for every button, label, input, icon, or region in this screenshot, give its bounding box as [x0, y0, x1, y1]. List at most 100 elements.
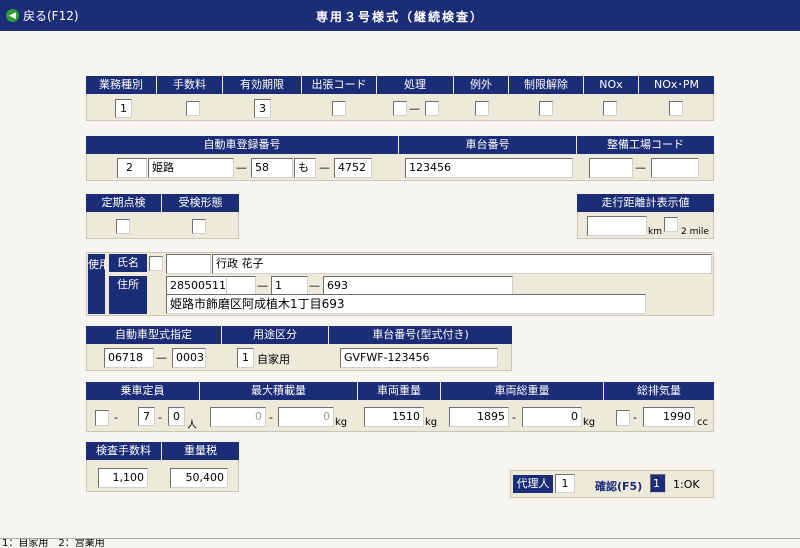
- kensa-field[interactable]: 1,100: [98, 468, 148, 488]
- haiki-field-2[interactable]: 1990: [643, 407, 695, 427]
- addr-label: 住所: [109, 276, 147, 314]
- header-seibi: 整備工場コード: [577, 136, 714, 154]
- haiki-dash: -: [633, 411, 637, 424]
- dairinin-label: 代理人: [513, 475, 553, 493]
- shadai-field[interactable]: 123456: [405, 158, 573, 178]
- yoto-code-field[interactable]: 1: [237, 348, 254, 368]
- header-nox: NOx: [584, 76, 638, 94]
- title-bar: ◀ 戻る(F12) 専用３号様式（継続検査）: [0, 0, 800, 31]
- header-shori: 処理: [377, 76, 453, 94]
- toroku-code-field[interactable]: 2: [117, 158, 147, 178]
- header-kensa: 検査手数料: [86, 442, 161, 460]
- gyomu-field[interactable]: 1: [115, 99, 132, 118]
- name-kana-field[interactable]: [166, 254, 211, 274]
- sekisai-kg-unit: kg: [335, 417, 348, 428]
- juryozei-field[interactable]: 50,400: [170, 468, 228, 488]
- shori-field-2[interactable]: [425, 101, 439, 116]
- header-noxpm: NOx･PM: [639, 76, 714, 94]
- mile-field[interactable]: [664, 217, 678, 232]
- header-gyomu: 業務種別: [86, 76, 156, 94]
- toroku-kana-field[interactable]: も: [294, 158, 316, 178]
- name-field[interactable]: 行政 花子: [212, 254, 712, 274]
- teiin-field-1[interactable]: [95, 410, 109, 426]
- jushin-field[interactable]: [192, 219, 206, 234]
- yoto-text: 自家用: [257, 353, 290, 366]
- teiin-field-2[interactable]: 7: [138, 407, 155, 426]
- addr-extra-field[interactable]: [226, 276, 256, 296]
- ok-label: 1:OK: [673, 478, 700, 491]
- header-juryo: 車両重量: [358, 382, 440, 400]
- shori-field-1[interactable]: [393, 101, 407, 116]
- juryo-kg-unit: kg: [425, 417, 438, 428]
- shadai2-field[interactable]: GVFWF-123456: [340, 348, 498, 368]
- addr-text-field[interactable]: 姫路市飾磨区阿成植木1丁目693: [166, 294, 646, 314]
- header-seigen: 制限解除: [509, 76, 583, 94]
- toroku-dash-2: —: [319, 161, 330, 174]
- addr-dash-2: —: [309, 279, 320, 292]
- toroku-dash-1: —: [236, 161, 247, 174]
- haiki-field-1[interactable]: [616, 410, 630, 426]
- header-reigai: 例外: [454, 76, 508, 94]
- header-juryozei: 重量税: [162, 442, 239, 460]
- header-shuccho: 出張コード: [302, 76, 376, 94]
- teiin-dash-2: -: [158, 411, 162, 424]
- name-flag-field[interactable]: [149, 256, 163, 271]
- dairinin-field[interactable]: 1: [555, 474, 575, 493]
- header-sojuryo: 車両総重量: [441, 382, 603, 400]
- sekisai-field-1[interactable]: 0: [210, 407, 266, 427]
- katashiki-dash: —: [156, 351, 167, 364]
- header-shadai: 車台番号: [399, 136, 576, 154]
- addr-num-field[interactable]: 1: [271, 276, 308, 296]
- toroku-class-field[interactable]: 58: [251, 158, 293, 178]
- shuccho-field[interactable]: [332, 101, 346, 116]
- header-teiin: 乗車定員: [86, 382, 199, 400]
- header-teiki: 定期点検: [86, 194, 161, 212]
- soko-field[interactable]: [587, 216, 647, 236]
- header-jushin: 受検形態: [162, 194, 239, 212]
- header-user: 使用者欄: [88, 254, 105, 314]
- page-title: 専用３号様式（継続検査）: [315, 10, 484, 24]
- seibi-field-1[interactable]: [589, 158, 633, 178]
- noxpm-field[interactable]: [669, 101, 683, 116]
- sekisai-field-2[interactable]: 0: [278, 407, 334, 427]
- teiin-dash-1: -: [114, 411, 118, 424]
- seibi-dash: —: [635, 161, 646, 174]
- teiin-field-3[interactable]: 0: [168, 407, 185, 426]
- seibi-field-2[interactable]: [651, 158, 699, 178]
- header-tesuryo: 手数料: [157, 76, 222, 94]
- teiki-field[interactable]: [116, 219, 130, 234]
- header-haiki: 総排気量: [604, 382, 714, 400]
- sojuryo-field-1[interactable]: 1895: [449, 407, 509, 427]
- kakunin-field[interactable]: 1: [650, 474, 666, 493]
- addr-dash-1: —: [257, 279, 268, 292]
- seigen-field[interactable]: [539, 101, 553, 116]
- nin-unit: 人: [187, 420, 197, 431]
- shori-dash: —: [409, 102, 420, 115]
- katashiki-field-2[interactable]: 0003: [172, 348, 206, 368]
- header-shadai2: 車台番号(型式付き): [329, 326, 512, 344]
- toroku-number-field[interactable]: 4752: [334, 158, 372, 178]
- reigai-field[interactable]: [475, 101, 489, 116]
- sekisai-dash: -: [269, 411, 273, 424]
- sojuryo-dash: -: [512, 411, 516, 424]
- mile-unit: 2 mile: [681, 227, 709, 237]
- yuko-field[interactable]: 3: [254, 99, 271, 118]
- header-sekisai: 最大積載量: [200, 382, 357, 400]
- cc-unit: cc: [697, 417, 708, 428]
- kakunin-label: 確認(F5): [595, 480, 643, 493]
- km-unit: km: [648, 227, 662, 237]
- sojuryo-field-2[interactable]: 0: [522, 407, 582, 427]
- tesuryo-field[interactable]: [186, 101, 200, 116]
- name-label: 氏名: [109, 254, 147, 272]
- header-toroku: 自動車登録番号: [86, 136, 398, 154]
- toroku-area-field[interactable]: 姫路: [148, 158, 234, 178]
- footer-hint: 1：自家用 2：営業用: [0, 538, 800, 548]
- header-yoto: 用途区分: [222, 326, 328, 344]
- katashiki-field-1[interactable]: 06718: [104, 348, 154, 368]
- header-katashiki: 自動車型式指定: [86, 326, 221, 344]
- header-yuko: 有効期限: [223, 76, 301, 94]
- juryo-field[interactable]: 1510: [364, 407, 424, 427]
- addr-num2-field[interactable]: 693: [323, 276, 513, 296]
- header-soko: 走行距離計表示値: [577, 194, 714, 212]
- nox-field[interactable]: [603, 101, 617, 116]
